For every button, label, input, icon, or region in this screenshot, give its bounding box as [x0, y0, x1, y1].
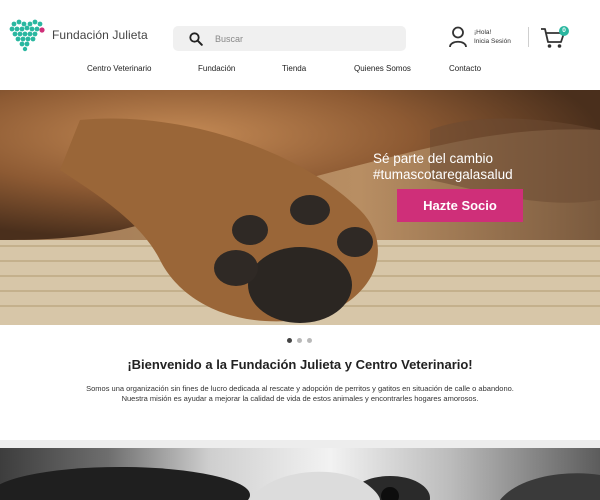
welcome-title: ¡Bienvenido a la Fundación Julieta y Cen…	[127, 357, 473, 372]
carousel-dot-2[interactable]	[297, 338, 302, 343]
logo-heart-icon	[9, 19, 45, 52]
search-icon[interactable]	[189, 31, 203, 46]
welcome-text-2: Nuestra misión es ayudar a mejorar la ca…	[121, 394, 479, 403]
account-link[interactable]: ¡Hola! Inicia Sesión	[448, 26, 511, 48]
nav-tienda[interactable]: Tienda	[282, 64, 306, 73]
hero-hashtag: #tumascotaregalasalud	[373, 167, 513, 182]
hazte-socio-button[interactable]: Hazte Socio	[397, 189, 523, 222]
account-greeting: ¡Hola!	[474, 29, 492, 36]
brand-logo[interactable]: Fundación Julieta	[8, 18, 148, 52]
nav-centro-veterinario[interactable]: Centro Veterinario	[87, 64, 151, 73]
section-dog-image	[0, 440, 600, 500]
carousel-dot-1[interactable]	[287, 338, 292, 343]
hero-line-1: Sé parte del cambio	[373, 151, 494, 166]
brand-name: Fundación Julieta	[52, 28, 148, 42]
dog-photo-image	[0, 440, 600, 500]
search-bar[interactable]	[173, 26, 406, 51]
account-login-label: Inicia Sesión	[474, 38, 511, 45]
welcome-description: Somos una organización sin fines de lucr…	[20, 384, 580, 404]
main-nav: Centro Veterinario Fundación Tienda Quie…	[0, 64, 600, 78]
nav-fundacion[interactable]: Fundación	[198, 64, 235, 73]
cart-count-badge: 0	[559, 26, 569, 36]
site-header: Fundación Julieta ¡Hola! Inicia Sesión 0…	[0, 0, 600, 90]
header-divider	[528, 27, 529, 47]
search-input[interactable]	[213, 32, 383, 45]
welcome-text-1: Somos una organización sin fines de lucr…	[86, 384, 514, 393]
carousel-dot-3[interactable]	[307, 338, 312, 343]
user-icon	[449, 26, 467, 48]
nav-quienes-somos[interactable]: Quienes Somos	[354, 64, 411, 73]
hero-tagline: Sé parte del cambio #tumascotaregalasalu…	[373, 151, 513, 183]
cart-button[interactable]: 0	[540, 26, 570, 49]
carousel-dots	[287, 338, 312, 343]
nav-contacto[interactable]: Contacto	[449, 64, 481, 73]
